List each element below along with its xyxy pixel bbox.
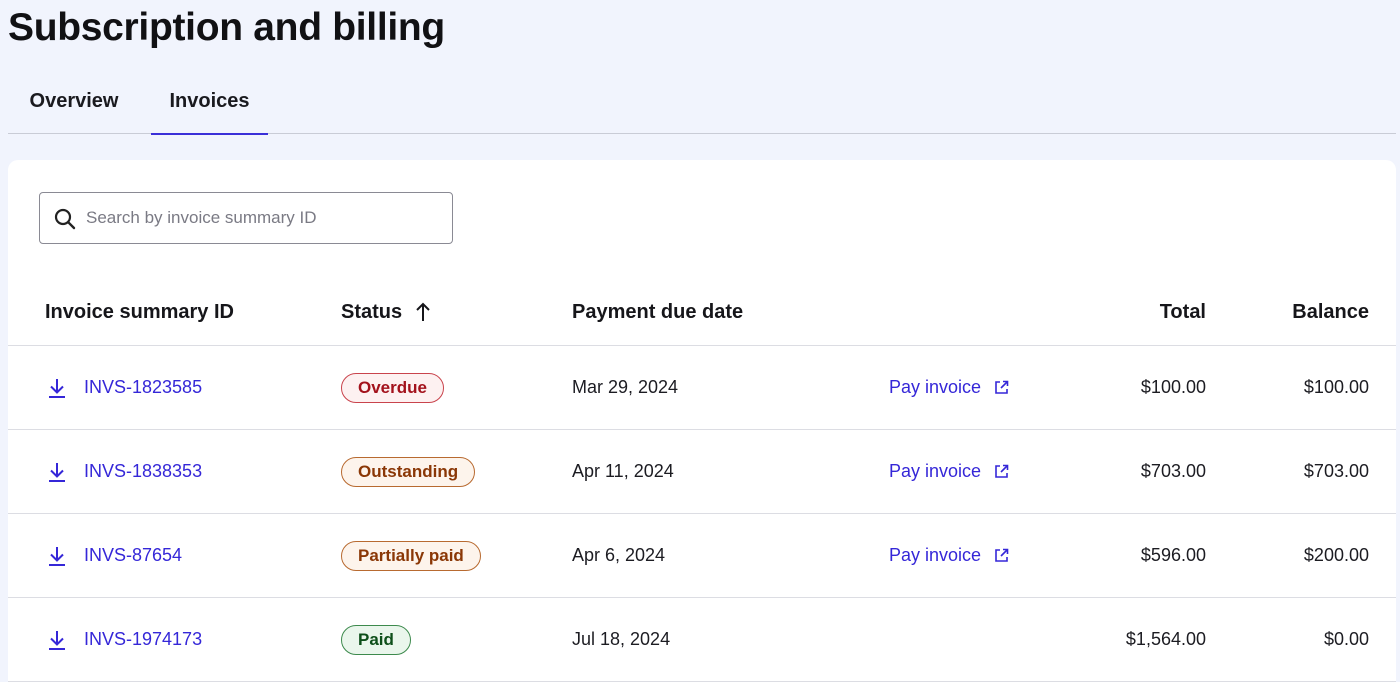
total-amount: $596.00	[1140, 545, 1206, 565]
pay-invoice-label: Pay invoice	[889, 377, 982, 397]
external-link-icon	[995, 464, 1009, 478]
column-header-status[interactable]: Status	[341, 278, 432, 346]
column-header-balance: Balance	[1292, 300, 1369, 323]
due-date: Apr 6, 2024	[572, 545, 666, 565]
tab-bar: Overview Invoices	[8, 74, 1396, 135]
search-input[interactable]	[86, 193, 446, 243]
download-icon[interactable]	[46, 430, 70, 513]
status-badge: Partially paid	[341, 540, 481, 571]
status-badge: Overdue	[341, 372, 444, 403]
pay-invoice-label: Pay invoice	[889, 461, 982, 481]
status-cell: Paid	[341, 598, 411, 681]
invoice-id-link[interactable]: INVS-1974173	[84, 598, 202, 681]
download-icon[interactable]	[46, 346, 70, 429]
due-date: Mar 29, 2024	[572, 377, 679, 397]
due-date: Apr 11, 2024	[572, 461, 674, 481]
status-cell: Partially paid	[341, 514, 481, 597]
tab-invoices[interactable]: Invoices	[151, 74, 268, 135]
tab-overview[interactable]: Overview	[8, 74, 140, 134]
external-link-icon	[995, 380, 1009, 394]
search-icon	[53, 207, 77, 231]
column-header-due-date: Payment due date	[572, 300, 744, 323]
invoice-id-link[interactable]: INVS-1823585	[84, 346, 202, 429]
table-row: INVS-87654 Partially paid Apr 6, 2024 Pa…	[8, 514, 1396, 598]
search-box	[39, 192, 453, 244]
balance-amount: $703.00	[1303, 461, 1369, 481]
billing-page: Subscription and billing Overview Invoic…	[0, 0, 1400, 682]
invoices-card: Invoice summary ID Status Payment due da…	[8, 160, 1396, 682]
column-header-total: Total	[1159, 300, 1206, 323]
download-icon[interactable]	[46, 514, 70, 597]
balance-amount: $100.00	[1303, 377, 1369, 397]
status-cell: Overdue	[341, 346, 444, 429]
invoice-id-link[interactable]: INVS-87654	[84, 514, 182, 597]
total-amount: $1,564.00	[1125, 629, 1206, 649]
table-row: INVS-1974173 Paid Jul 18, 2024 $1,564.00…	[8, 598, 1396, 682]
table-row: INVS-1838353 Outstanding Apr 11, 2024 Pa…	[8, 430, 1396, 514]
arrow-up-icon	[414, 301, 432, 323]
total-amount: $100.00	[1140, 377, 1206, 397]
column-header-status-label: Status	[341, 300, 403, 323]
status-cell: Outstanding	[341, 430, 476, 513]
total-amount: $703.00	[1140, 461, 1206, 481]
page-title: Subscription and billing	[8, 6, 445, 49]
invoice-id-link[interactable]: INVS-1838353	[84, 430, 202, 513]
column-header-invoice-id: Invoice summary ID	[45, 300, 234, 323]
download-icon[interactable]	[46, 598, 70, 681]
pay-invoice-link[interactable]: Pay invoice	[889, 514, 1009, 597]
balance-amount: $0.00	[1323, 629, 1369, 649]
external-link-icon	[995, 548, 1009, 562]
due-date: Jul 18, 2024	[572, 629, 671, 649]
status-badge: Paid	[341, 624, 411, 655]
pay-invoice-label: Pay invoice	[889, 545, 982, 565]
table-header: Invoice summary ID Status Payment due da…	[8, 278, 1396, 346]
balance-amount: $200.00	[1303, 545, 1369, 565]
pay-invoice-link[interactable]: Pay invoice	[889, 346, 1009, 429]
status-badge: Outstanding	[341, 456, 476, 487]
table-row: INVS-1823585 Overdue Mar 29, 2024 Pay in…	[8, 346, 1396, 430]
pay-invoice-link[interactable]: Pay invoice	[889, 430, 1009, 513]
